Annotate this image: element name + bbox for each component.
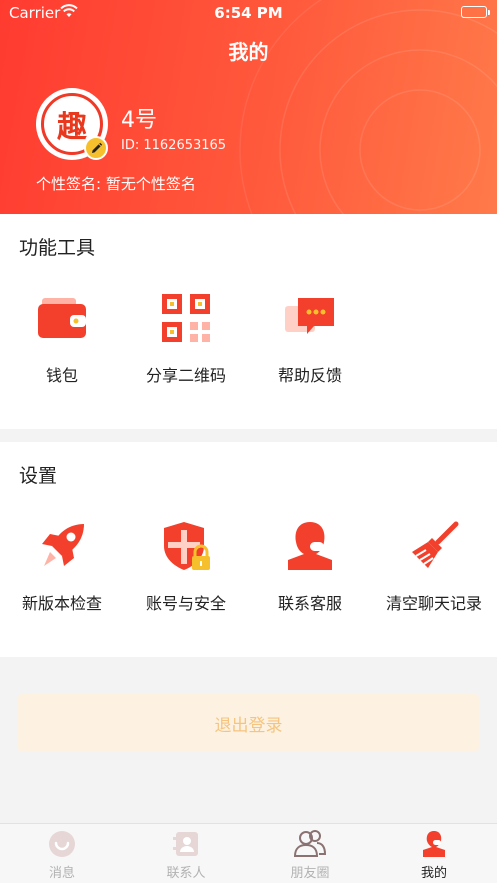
wallet-button[interactable]: 钱包 [0,288,124,386]
rocket-icon [32,516,92,576]
profile-icon [372,824,496,860]
status-bar: Carrier 6:54 PM [0,0,497,26]
wallet-icon [32,288,92,348]
feedback-chat-icon [280,288,340,348]
message-icon [0,824,124,860]
tab-bar: 消息 联系人 朋友圈 我的 [0,823,497,883]
settings-section: 设置 新版本检查 账号与安全 联系客服 清空聊天记录 [0,442,497,657]
section-title-settings: 设置 [19,465,58,487]
tab-moments-label: 朋友圈 [290,866,330,881]
page-title: 我的 [228,40,269,64]
moments-icon [248,824,372,860]
profile-header: Carrier 6:54 PM 我的 趣 4号 ID: 1162653165 个… [0,0,497,214]
version-check-button[interactable]: 新版本检查 [0,516,124,614]
account-security-label: 账号与安全 [145,594,226,613]
battery-icon [461,6,490,18]
customer-service-button[interactable]: 联系客服 [248,516,372,614]
qr-code-icon [156,288,216,348]
logout-button[interactable]: 退出登录 [18,694,479,752]
section-title-tools: 功能工具 [19,237,96,259]
tab-profile-label: 我的 [420,866,447,881]
wallet-label: 钱包 [45,366,78,385]
contacts-icon [124,824,248,860]
broom-icon [404,516,464,576]
tools-section: 功能工具 钱包 分享二维码 帮助反馈 [0,214,497,429]
tab-messages-label: 消息 [48,866,75,881]
customer-service-icon [280,516,340,576]
help-feedback-button[interactable]: 帮助反馈 [248,288,372,386]
edit-pencil-icon[interactable] [84,136,108,160]
signature[interactable]: 个性签名: 暂无个性签名 [36,173,196,194]
tab-profile[interactable]: 我的 [372,824,496,883]
account-security-button[interactable]: 账号与安全 [124,516,248,614]
username: 4号 [121,108,157,133]
tab-messages[interactable]: 消息 [0,824,124,883]
user-id: ID: 1162653165 [121,138,227,153]
share-qr-label: 分享二维码 [145,366,226,385]
help-feedback-label: 帮助反馈 [277,366,342,385]
clear-chat-history-button[interactable]: 清空聊天记录 [372,516,496,614]
tab-contacts[interactable]: 联系人 [124,824,248,883]
tab-contacts-label: 联系人 [166,866,206,881]
tab-moments[interactable]: 朋友圈 [248,824,372,883]
clear-chat-history-label: 清空聊天记录 [385,594,482,613]
share-qr-button[interactable]: 分享二维码 [124,288,248,386]
clock: 6:54 PM [214,4,283,22]
customer-service-label: 联系客服 [277,594,342,613]
version-check-label: 新版本检查 [21,594,102,613]
shield-lock-icon [156,516,216,576]
